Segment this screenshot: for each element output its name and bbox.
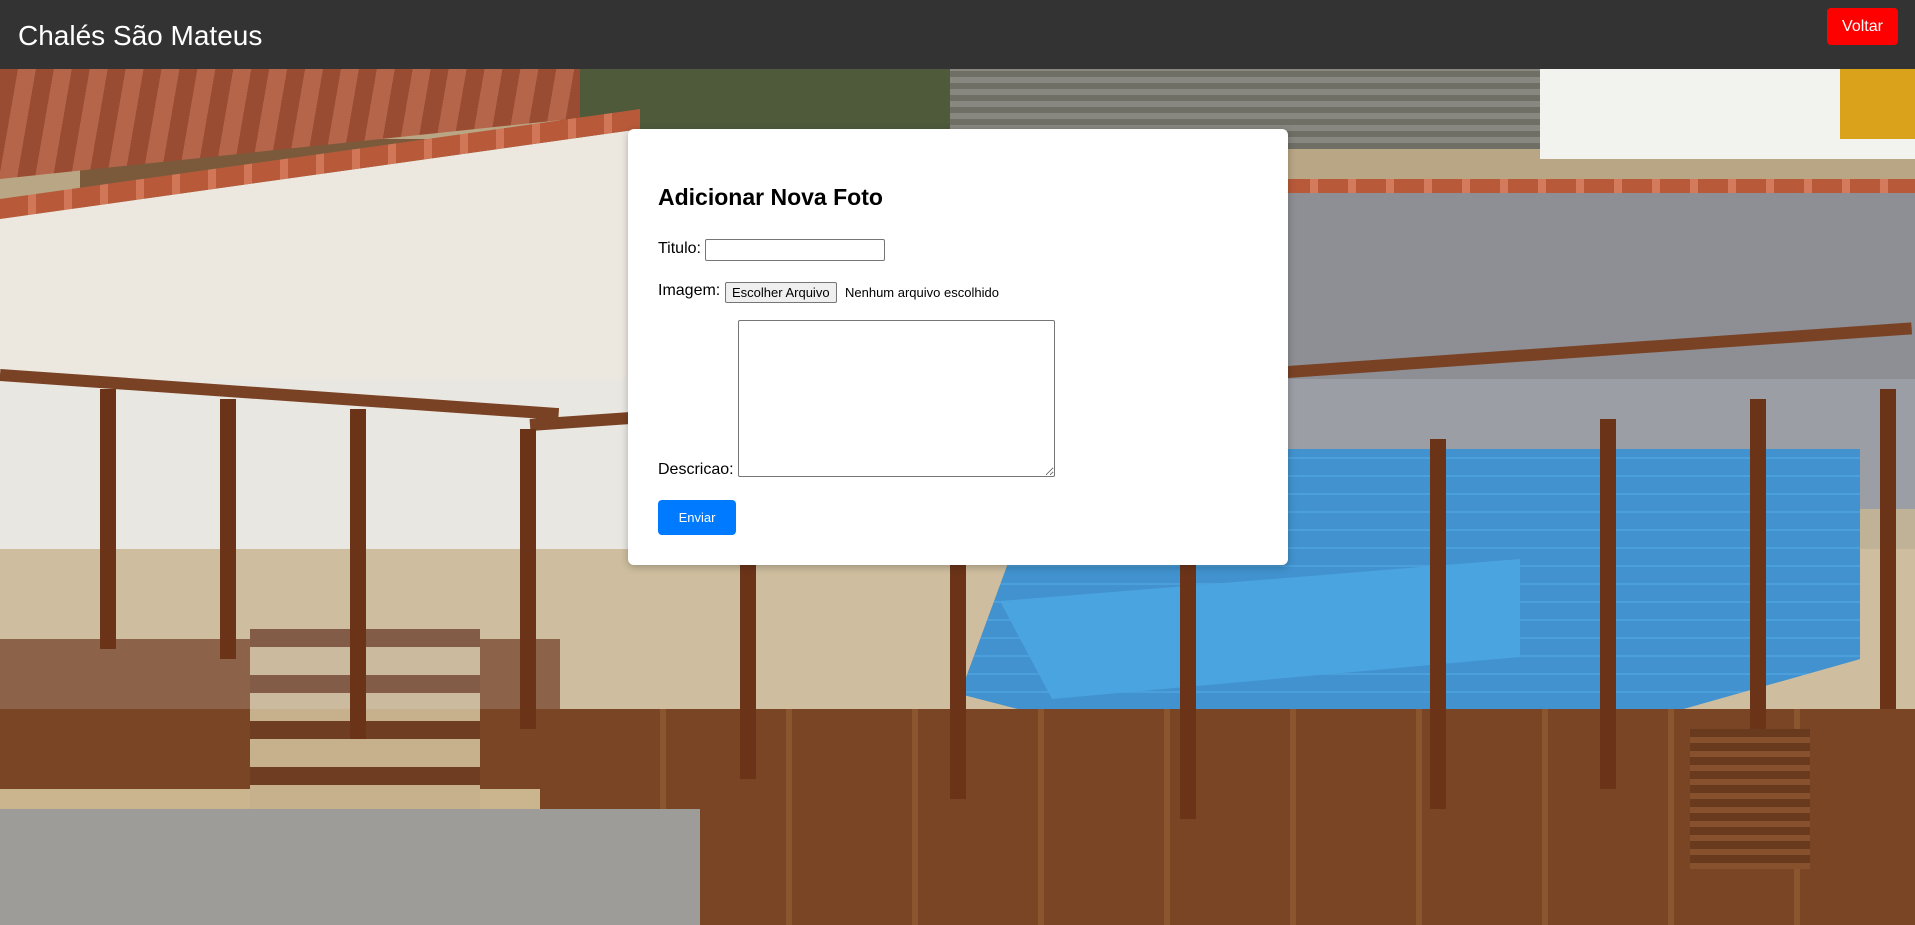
choose-file-button[interactable]: Escolher Arquivo: [725, 282, 837, 303]
image-label: Imagem:: [658, 282, 721, 299]
description-label: Descricao:: [658, 461, 734, 478]
title-input[interactable]: [705, 239, 885, 261]
submit-button[interactable]: Enviar: [658, 500, 736, 535]
back-button[interactable]: Voltar: [1827, 8, 1898, 45]
description-textarea[interactable]: [738, 320, 1055, 477]
file-status-text: Nenhum arquivo escolhido: [845, 285, 999, 300]
form-heading: Adicionar Nova Foto: [658, 184, 883, 210]
site-title: Chalés São Mateus: [18, 20, 263, 51]
add-photo-form: Adicionar Nova Foto Titulo: Imagem: Esco…: [628, 129, 1288, 565]
title-label: Titulo:: [658, 240, 701, 257]
top-nav-bar: Chalés São Mateus Voltar: [0, 0, 1915, 69]
